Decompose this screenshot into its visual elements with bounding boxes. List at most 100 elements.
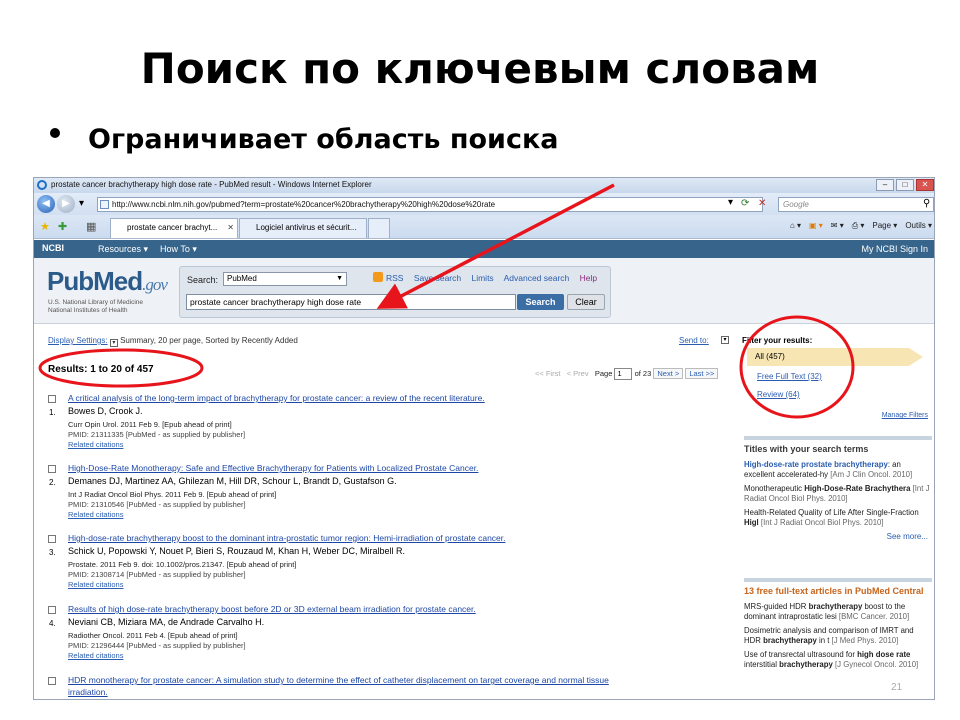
result-title-continued[interactable]: irradiation. [68, 687, 108, 697]
rss-link[interactable]: RSS [386, 273, 403, 283]
result-authors: Neviani CB, Miziara MA, de Andrade Carva… [68, 617, 265, 627]
result-checkbox[interactable] [48, 395, 56, 403]
result-title[interactable]: High-Dose-Rate Monotherapy: Safe and Eff… [68, 463, 478, 473]
chevron-down-icon: ▼ [336, 275, 343, 282]
related-citations-link[interactable]: Related citations [68, 510, 123, 519]
titles-panel-item[interactable]: High-dose-rate prostate brachytherapy: a… [744, 460, 932, 480]
home-icon[interactable]: ⌂ ▾ [790, 221, 801, 231]
refresh-icon[interactable]: ⟳ [741, 198, 749, 210]
result-number: 4. [49, 619, 56, 628]
titles-panel-item[interactable]: Health-Related Quality of Life After Sin… [744, 508, 932, 528]
back-icon[interactable]: ◀ [37, 195, 55, 213]
page-menu[interactable]: Page ▾ [872, 221, 897, 231]
result-item: 4. Results of high dose-rate brachythera… [48, 604, 738, 664]
feeds-icon[interactable]: ▣ ▾ [809, 221, 823, 231]
chevron-down-icon[interactable]: ▾ [721, 336, 729, 344]
filter-all[interactable]: All (457) [747, 348, 923, 366]
last-page-button[interactable]: Last >> [685, 368, 719, 379]
results-count: Results: 1 to 20 of 457 [48, 364, 154, 375]
tools-menu[interactable]: Outils ▾ [905, 221, 932, 231]
manage-filters-link[interactable]: Manage Filters [882, 412, 928, 419]
favorites-star-icon[interactable]: ★ [40, 220, 50, 233]
display-settings-link[interactable]: Display Settings: [48, 336, 108, 345]
pager: << First < Prev Page 1 of 23 Next > Last… [535, 368, 719, 381]
tab-pubmed[interactable]: prostate cancer brachyt... ✕ [110, 218, 238, 238]
result-item: 1. A critical analysis of the long-term … [48, 393, 738, 453]
slide-page-number: 21 [891, 682, 903, 693]
result-journal: Int J Radiat Oncol Biol Phys. 2011 Feb 9… [68, 490, 277, 499]
address-input[interactable]: http://www.ncbi.nlm.nih.gov/pubmed?term=… [97, 197, 763, 212]
display-summary: Summary, 20 per page, Sorted by Recently… [120, 336, 298, 345]
result-checkbox[interactable] [48, 465, 56, 473]
search-input[interactable]: prostate cancer brachytherapy high dose … [186, 294, 516, 310]
limits-link[interactable]: Limits [471, 273, 493, 283]
result-title[interactable]: HDR monotherapy for prostate cancer: A s… [68, 675, 609, 685]
titles-panel: Titles with your search terms High-dose-… [744, 436, 932, 541]
ncbi-account-links[interactable]: My NCBI Sign In [861, 244, 928, 254]
result-title[interactable]: A critical analysis of the long-term imp… [68, 393, 485, 403]
first-page-link[interactable]: << First [535, 369, 560, 378]
filter-free-full-text[interactable]: Free Full Text (32) [757, 372, 822, 381]
mail-icon[interactable]: ✉ ▾ [831, 221, 844, 231]
window-titlebar: prostate cancer brachytherapy high dose … [34, 178, 934, 193]
ncbi-logo[interactable]: NCBI [42, 243, 64, 253]
quick-tabs-icon[interactable]: ▦ [86, 220, 96, 233]
database-select[interactable]: PubMed ▼ [223, 272, 347, 286]
result-authors: Bowes D, Crook J. [68, 406, 143, 416]
help-link[interactable]: Help [580, 273, 597, 283]
result-pmid: PMID: 21308714 [PubMed - as supplied by … [68, 570, 246, 579]
next-page-button[interactable]: Next > [653, 368, 684, 379]
rss-icon [373, 272, 383, 282]
result-title[interactable]: High-dose-rate brachytherapy boost to th… [68, 533, 506, 543]
related-citations-link[interactable]: Related citations [68, 580, 123, 589]
pubmed-logo[interactable]: PubMed.gov [47, 266, 168, 297]
page-label: Page [594, 369, 613, 378]
result-number: 3. [49, 548, 56, 557]
pubmed-header: PubMed.gov U.S. National Library of Medi… [34, 258, 934, 324]
see-more-link[interactable]: See more... [744, 532, 932, 541]
free-text-item[interactable]: Dosimetric analysis and comparison of IM… [744, 626, 932, 646]
browser-search-input[interactable]: Google [778, 197, 934, 212]
page-input[interactable]: 1 [614, 368, 633, 381]
new-tab-button[interactable] [368, 218, 390, 238]
url-dropdown-icon[interactable]: ▾ [728, 197, 733, 209]
slide-bullet: Ограничивает область поиска [88, 124, 559, 155]
ncbi-resources-menu[interactable]: Resources ▾ [98, 244, 148, 255]
advanced-search-link[interactable]: Advanced search [504, 273, 570, 283]
search-button[interactable]: Search [517, 294, 564, 310]
prev-page-link[interactable]: < Prev [567, 369, 589, 378]
chevron-down-icon[interactable]: ▾ [109, 339, 118, 347]
related-citations-link[interactable]: Related citations [68, 440, 123, 449]
filter-review[interactable]: Review (64) [757, 390, 800, 399]
minimize-icon[interactable]: – [876, 179, 894, 191]
titles-panel-item[interactable]: Monotherapeutic High-Dose-Rate Brachythe… [744, 484, 932, 504]
result-checkbox[interactable] [48, 535, 56, 543]
browser-screenshot: prostate cancer brachytherapy high dose … [33, 177, 935, 700]
result-title[interactable]: Results of high dose-rate brachytherapy … [68, 604, 476, 614]
result-authors: Schick U, Popowski Y, Nouet P, Bieri S, … [68, 546, 405, 556]
related-citations-link[interactable]: Related citations [68, 651, 123, 660]
result-checkbox[interactable] [48, 606, 56, 614]
free-text-item[interactable]: MRS-guided HDR brachytherapy boost to th… [744, 602, 932, 622]
free-text-item[interactable]: Use of transrectal ultrasound for high d… [744, 650, 932, 670]
stop-icon[interactable]: ✕ [758, 198, 766, 210]
page-total: of 23 [634, 369, 652, 378]
result-item: HDR monotherapy for prostate cancer: A s… [48, 675, 738, 699]
result-checkbox[interactable] [48, 677, 56, 685]
forward-icon[interactable]: ▶ [57, 195, 75, 213]
add-favorite-icon[interactable]: ✚ [58, 220, 67, 233]
result-pmid: PMID: 21311335 [PubMed - as supplied by … [68, 430, 246, 439]
tab-close-icon[interactable]: ✕ [227, 219, 234, 237]
maximize-icon[interactable]: □ [896, 179, 914, 191]
history-dropdown-icon[interactable]: ▾ [79, 198, 84, 210]
search-icon[interactable]: ⚲ [923, 198, 930, 210]
ncbi-howto-menu[interactable]: How To ▾ [160, 244, 197, 255]
titles-panel-heading: Titles with your search terms [744, 444, 869, 454]
clear-button[interactable]: Clear [567, 294, 605, 310]
close-icon[interactable]: ✕ [916, 179, 934, 191]
save-search-link[interactable]: Save search [414, 273, 461, 283]
tab-antivirus[interactable]: Logiciel antivirus et sécurit... [239, 218, 367, 238]
print-icon[interactable]: ⎙ ▾ [852, 221, 865, 231]
bullet-dot [50, 128, 60, 138]
send-to-link[interactable]: Send to: [679, 336, 709, 345]
